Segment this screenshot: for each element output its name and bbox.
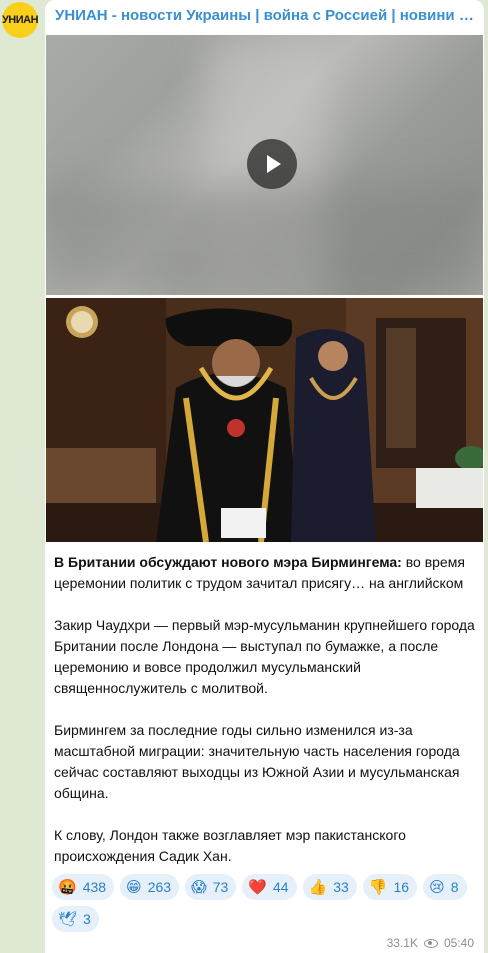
heart-icon: ❤️ (248, 878, 267, 896)
post-paragraph: Закир Чаудхри — первый мэр-мусульманин к… (54, 617, 475, 696)
reaction-angry[interactable]: 🤬 438 (52, 874, 115, 900)
video-preview[interactable] (46, 35, 483, 295)
post-paragraph: Бирмингем за последние годы сильно измен… (54, 722, 460, 801)
reaction-count: 263 (147, 879, 172, 895)
post-lead-bold: В Британии обсуждают нового мэра Бирминг… (54, 554, 402, 570)
post-paragraph: К слову, Лондон также возглавляет мэр па… (54, 827, 406, 864)
play-icon (267, 155, 281, 173)
thumbs-down-icon: 👎 (368, 878, 388, 896)
reaction-dove[interactable]: 🕊 3 (52, 906, 99, 932)
reaction-count: 438 (82, 879, 107, 895)
screaming-face-icon: 😱 (191, 878, 207, 896)
reaction-count: 33 (333, 879, 349, 895)
reaction-count: 3 (83, 911, 91, 927)
post-text: В Британии обсуждают нового мэра Бирминг… (54, 552, 478, 888)
reaction-count: 8 (450, 879, 459, 895)
reaction-grin[interactable]: 😁 263 (120, 874, 180, 900)
reaction-thumbs-up[interactable]: 👍 33 (302, 874, 357, 900)
reaction-count: 16 (393, 879, 410, 895)
view-count: 33.1K (386, 936, 418, 950)
reaction-heart[interactable]: ❤️ 44 (242, 874, 297, 900)
reaction-count: 44 (272, 879, 289, 895)
reactions-bar: 🤬 438 😁 263 😱 73 ❤️ 44 👍 33 👎 16 😢 8 🕊 3 (52, 874, 472, 932)
post-photo[interactable] (46, 298, 483, 542)
dove-icon: 🕊 (58, 910, 78, 928)
channel-title[interactable]: УНИАН - новости Украины | война с Россие… (55, 7, 475, 24)
reaction-count: 73 (212, 879, 229, 895)
crying-face-icon: 😢 (429, 878, 445, 896)
channel-avatar[interactable]: УНИАН (2, 2, 39, 38)
thumbs-up-icon: 👍 (308, 878, 328, 896)
angry-face-icon: 🤬 (58, 878, 77, 896)
post-lead: В Британии обсуждают нового мэра Бирминг… (54, 552, 478, 594)
grinning-face-icon: 😁 (126, 878, 142, 896)
reaction-scream[interactable]: 😱 73 (185, 874, 237, 900)
message-time: 05:40 (443, 936, 474, 950)
eye-icon (423, 938, 438, 948)
reaction-cry[interactable]: 😢 8 (423, 874, 467, 900)
photo-illustration (46, 298, 483, 542)
play-button[interactable] (247, 139, 297, 189)
reaction-thumbs-down[interactable]: 👎 16 (362, 874, 418, 900)
message-meta: 33.1K 05:40 (387, 936, 474, 950)
message-bubble: УНИАН - новости Украины | война с Россие… (45, 0, 484, 953)
